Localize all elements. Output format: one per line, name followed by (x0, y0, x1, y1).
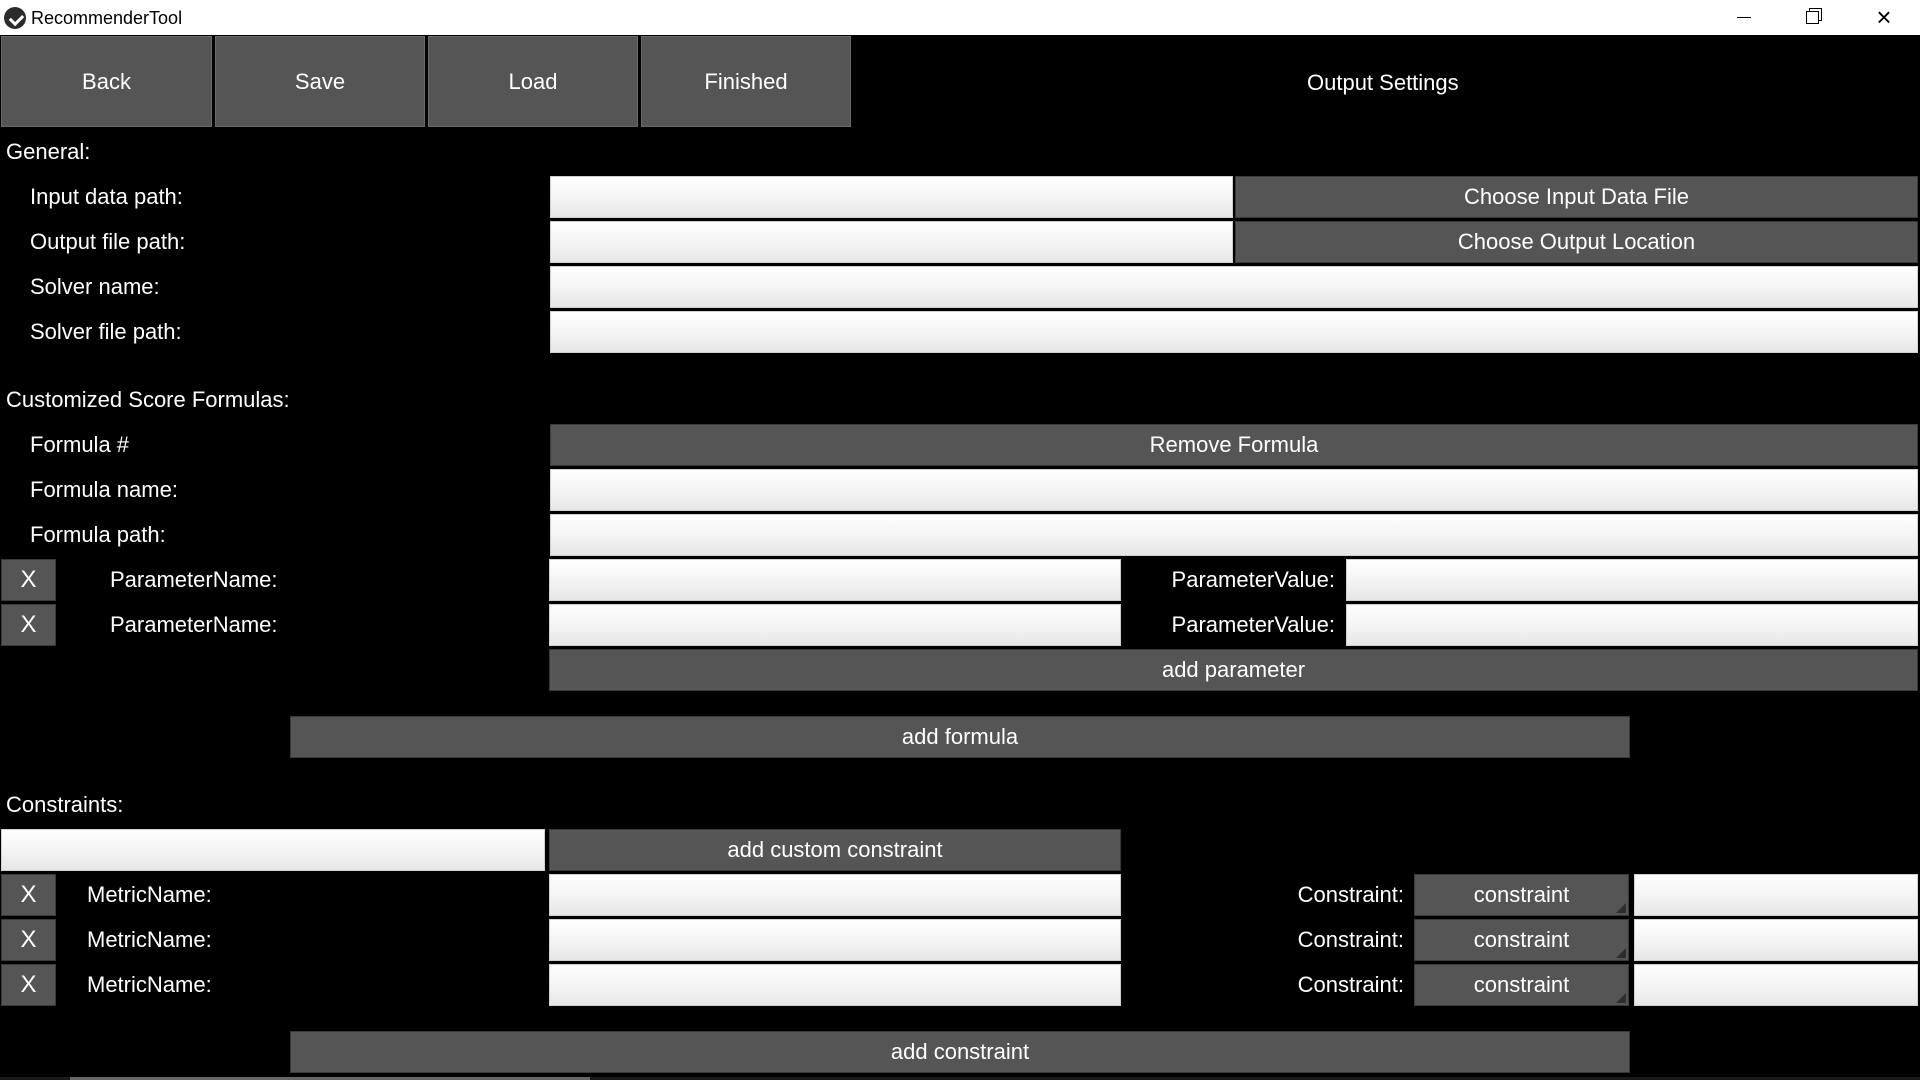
remove-formula-button[interactable]: Remove Formula (550, 424, 1918, 466)
constraint-dropdown[interactable]: constraint (1414, 964, 1629, 1006)
choose-output-location-button[interactable]: Choose Output Location (1235, 221, 1918, 263)
window-title: RecommenderTool (31, 8, 183, 28)
add-formula-button[interactable]: add formula (290, 716, 1630, 758)
page-title: Output Settings (1307, 70, 1459, 95)
solver-name-field[interactable] (550, 266, 1918, 308)
formula-number-label: Formula # (30, 432, 130, 457)
parameter-name-field[interactable] (549, 604, 1121, 646)
metric-name-label: MetricName: (87, 882, 212, 907)
parameter-value-label: ParameterValue: (1171, 612, 1335, 637)
app-logo-icon (4, 7, 26, 29)
solver-name-label: Solver name: (30, 274, 160, 299)
remove-parameter-button[interactable]: X (1, 604, 56, 646)
remove-constraint-button[interactable]: X (1, 919, 56, 961)
formula-path-label: Formula path: (30, 522, 166, 547)
input-data-path-field[interactable] (550, 176, 1233, 218)
remove-constraint-button[interactable]: X (1, 964, 56, 1006)
back-button[interactable]: Back (1, 36, 212, 127)
parameter-value-field[interactable] (1346, 559, 1918, 601)
metric-name-label: MetricName: (87, 972, 212, 997)
add-parameter-button[interactable]: add parameter (549, 649, 1918, 691)
parameter-value-label: ParameterValue: (1171, 567, 1335, 592)
minimize-icon[interactable] (1710, 0, 1778, 35)
metric-name-field[interactable] (549, 964, 1121, 1006)
custom-constraint-field[interactable] (1, 829, 545, 871)
formula-path-field[interactable] (550, 514, 1918, 556)
general-heading: General: (6, 139, 91, 164)
solver-file-path-field[interactable] (550, 311, 1918, 353)
parameter-name-label: ParameterName: (110, 567, 278, 592)
add-constraint-button[interactable]: add constraint (290, 1031, 1630, 1073)
close-icon[interactable]: × (1850, 0, 1918, 35)
constraint-label: Constraint: (1297, 882, 1404, 907)
constraint-label: Constraint: (1297, 927, 1404, 952)
save-button[interactable]: Save (215, 36, 425, 127)
constraint-value-field[interactable] (1634, 964, 1918, 1006)
constraint-dropdown[interactable]: constraint (1414, 874, 1629, 916)
formulas-heading: Customized Score Formulas: (6, 387, 290, 412)
output-file-path-label: Output file path: (30, 229, 186, 254)
constraint-dropdown[interactable]: constraint (1414, 919, 1629, 961)
metric-name-field[interactable] (549, 874, 1121, 916)
load-button[interactable]: Load (428, 36, 638, 127)
restore-icon[interactable] (1778, 0, 1846, 35)
parameter-name-label: ParameterName: (110, 612, 278, 637)
choose-input-data-file-button[interactable]: Choose Input Data File (1235, 176, 1918, 218)
metric-name-label: MetricName: (87, 927, 212, 952)
formula-name-label: Formula name: (30, 477, 178, 502)
constraint-value-field[interactable] (1634, 919, 1918, 961)
parameter-value-field[interactable] (1346, 604, 1918, 646)
title-bar: RecommenderTool × (0, 0, 1920, 35)
constraint-value-field[interactable] (1634, 874, 1918, 916)
parameter-name-field[interactable] (549, 559, 1121, 601)
solver-file-path-label: Solver file path: (30, 319, 182, 344)
metric-name-field[interactable] (549, 919, 1121, 961)
input-data-path-label: Input data path: (30, 184, 183, 209)
output-file-path-field[interactable] (550, 221, 1233, 263)
remove-parameter-button[interactable]: X (1, 559, 56, 601)
remove-constraint-button[interactable]: X (1, 874, 56, 916)
add-custom-constraint-button[interactable]: add custom constraint (549, 829, 1121, 871)
constraints-heading: Constraints: (6, 792, 124, 817)
constraint-label: Constraint: (1297, 972, 1404, 997)
finished-button[interactable]: Finished (641, 36, 851, 127)
formula-name-field[interactable] (550, 469, 1918, 511)
